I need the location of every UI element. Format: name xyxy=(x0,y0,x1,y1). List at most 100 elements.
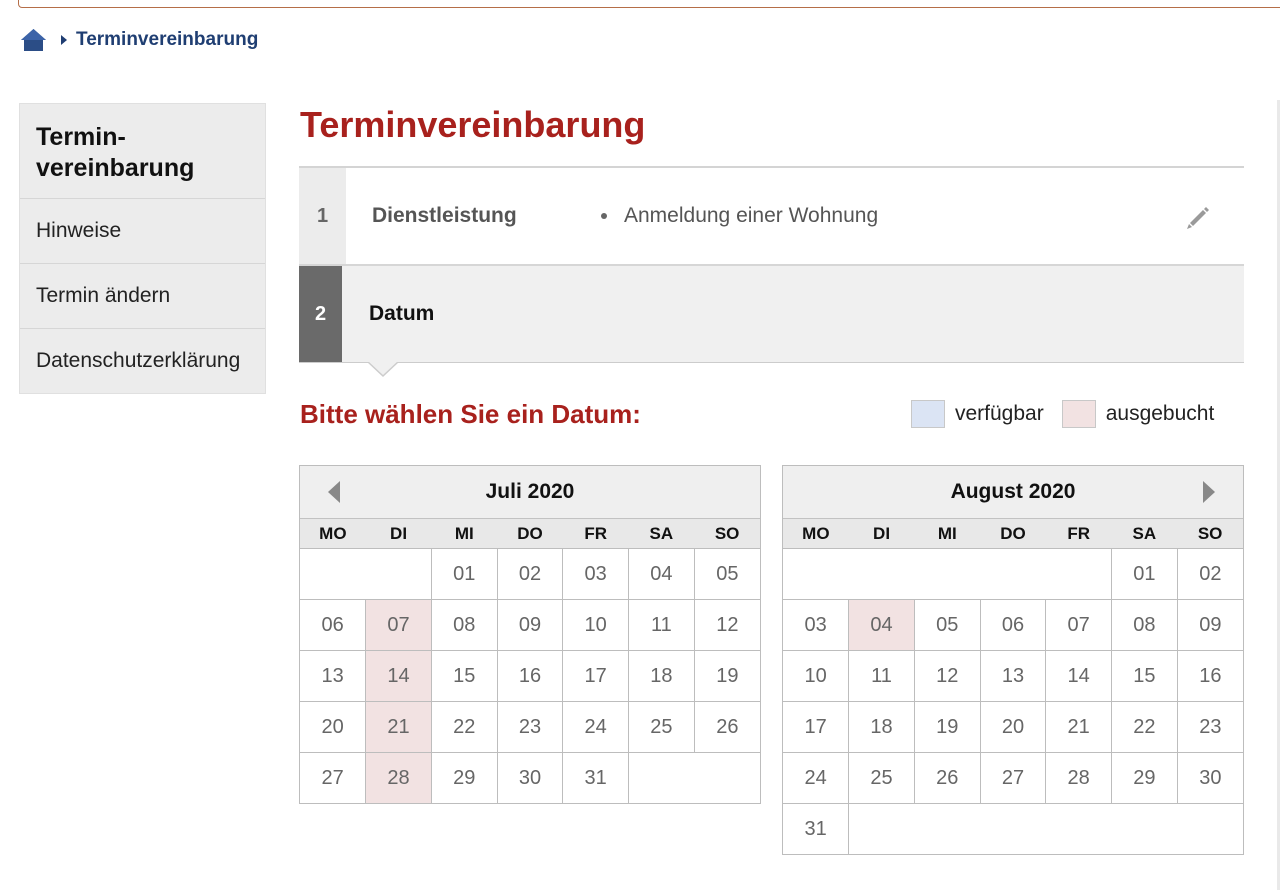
calendar-day: 08 xyxy=(1111,599,1178,651)
weekday-label: DO xyxy=(980,519,1046,549)
calendar-day: 13 xyxy=(300,650,367,702)
weekday-label: SA xyxy=(628,519,695,549)
calendar-day: 08 xyxy=(430,599,498,651)
calendar-day: 15 xyxy=(1111,650,1178,702)
calendar-day: 29 xyxy=(1111,752,1178,804)
weekday-row: MO DI MI DO FR SA SO xyxy=(300,519,760,549)
calendar-day: 26 xyxy=(913,752,981,804)
calendar-day: 27 xyxy=(300,752,367,803)
calendar-week-row: 01 02 xyxy=(783,548,1243,600)
calendar-day: 15 xyxy=(430,650,498,702)
weekday-label: MO xyxy=(300,519,366,549)
weekday-row: MO DI MI DO FR SA SO xyxy=(783,519,1243,549)
weekday-label: MO xyxy=(783,519,849,549)
calendar-day: 11 xyxy=(628,599,695,651)
calendar-day: 16 xyxy=(1176,650,1243,702)
calendar-day: 17 xyxy=(562,650,630,702)
calendar-day: 28 xyxy=(1045,752,1113,804)
calendar-day: 30 xyxy=(1176,752,1243,804)
calendar-empty-cell xyxy=(628,752,760,803)
sidebar-item-hinweise[interactable]: Hinweise xyxy=(20,199,265,264)
sidebar-title: Termin-vereinbarung xyxy=(20,104,265,199)
breadcrumb-separator-icon xyxy=(61,35,67,45)
pencil-icon[interactable] xyxy=(1184,204,1212,232)
prev-month-icon[interactable] xyxy=(328,481,340,503)
calendar-week-row: 27 28 29 30 31 xyxy=(300,752,760,803)
step-label: Dienstleistung xyxy=(372,204,517,227)
calendar-day: 10 xyxy=(783,650,850,702)
calendar-day: 28 xyxy=(365,752,432,803)
calendar-day: 07 xyxy=(365,599,432,651)
legend-available-label: verfügbar xyxy=(955,402,1044,425)
calendar-header: Juli 2020 xyxy=(300,466,760,519)
calendar-grid: MO DI MI DO FR SA SO 01 02 03 04 05 06 07 08 09 10 11 12 1… xyxy=(300,519,760,803)
page-title: Terminvereinbarung xyxy=(300,104,646,145)
next-month-icon[interactable] xyxy=(1203,481,1215,503)
calendar-month-title: Juli 2020 xyxy=(485,480,575,503)
home-icon[interactable] xyxy=(20,28,47,52)
calendar-header: August 2020 xyxy=(783,466,1243,519)
wizard-steps: 1 Dienstleistung Anmeldung einer Wohnung… xyxy=(299,166,1244,377)
calendar-week-row: 13 14 15 16 17 18 19 xyxy=(300,650,760,702)
calendar-day: 04 xyxy=(628,548,695,600)
weekday-label: MI xyxy=(431,519,498,549)
calendar-day: 25 xyxy=(628,701,695,753)
weekday-label: MI xyxy=(914,519,981,549)
calendar-day: 09 xyxy=(496,599,564,651)
calendar-week-row: 06 07 08 09 10 11 12 xyxy=(300,599,760,651)
legend-booked-swatch xyxy=(1061,400,1096,428)
calendar-day: 31 xyxy=(562,752,630,803)
date-prompt: Bitte wählen Sie ein Datum: xyxy=(300,399,641,429)
calendar-day: 01 xyxy=(1111,548,1178,600)
calendar-day: 30 xyxy=(496,752,564,803)
calendar-day: 22 xyxy=(430,701,498,753)
calendar-day: 21 xyxy=(365,701,432,753)
calendar-day: 20 xyxy=(979,701,1047,753)
calendar-day: 06 xyxy=(300,599,367,651)
sidebar-item-datenschutz[interactable]: Datenschutzerklärung xyxy=(20,329,265,393)
calendar-day: 12 xyxy=(913,650,981,702)
step-number: 2 xyxy=(299,266,342,362)
calendar-day: 18 xyxy=(848,701,915,753)
calendar-day: 04 xyxy=(848,599,915,651)
step-pointer-icon xyxy=(367,361,399,377)
sidebar-item-termin-aendern[interactable]: Termin ändern xyxy=(20,264,265,329)
calendar-week-row: 01 02 03 04 05 xyxy=(300,548,760,600)
calendar-day: 03 xyxy=(783,599,850,651)
calendar-day: 16 xyxy=(496,650,564,702)
legend-available-swatch xyxy=(911,400,945,428)
calendar-day: 01 xyxy=(430,548,498,600)
calendar-day: 12 xyxy=(693,599,760,651)
calendar-day: 05 xyxy=(913,599,981,651)
breadcrumb-current[interactable]: Terminvereinbarung xyxy=(76,29,258,51)
calendar-month-title: August 2020 xyxy=(950,480,1076,503)
calendar-day: 24 xyxy=(783,752,850,804)
bullet-icon xyxy=(601,213,607,219)
breadcrumb: Terminvereinbarung xyxy=(20,26,258,54)
calendar-day: 23 xyxy=(1176,701,1243,753)
calendar-week-row: 31 xyxy=(783,803,1243,854)
calendar-day: 27 xyxy=(979,752,1047,804)
calendar-week-row: 20 21 22 23 24 25 26 xyxy=(300,701,760,753)
calendar-day: 02 xyxy=(496,548,564,600)
calendar-day: 18 xyxy=(628,650,695,702)
step-service: 1 Dienstleistung Anmeldung einer Wohnung xyxy=(299,166,1244,266)
calendar-day: 11 xyxy=(848,650,915,702)
weekday-label: FR xyxy=(562,519,629,549)
calendar-day: 23 xyxy=(496,701,564,753)
calendar-day: 14 xyxy=(365,650,432,702)
calendar-day: 25 xyxy=(848,752,915,804)
weekday-label: SO xyxy=(1177,519,1243,549)
selected-service: Anmeldung einer Wohnung xyxy=(624,204,879,227)
calendar-day: 13 xyxy=(979,650,1047,702)
legend-booked-label: ausgebucht xyxy=(1105,402,1215,425)
sidebar: Termin-vereinbarung Hinweise Termin ände… xyxy=(19,103,266,394)
sidebar-title-line-1: Termin- xyxy=(36,123,126,151)
alert-box xyxy=(18,0,1280,8)
weekday-label: DO xyxy=(497,519,563,549)
step-summary: Anmeldung einer Wohnung xyxy=(601,204,878,228)
calendar-week-row: 10 11 12 13 14 15 16 xyxy=(783,650,1243,702)
calendar-day: 07 xyxy=(1045,599,1113,651)
step-date: 2 Datum xyxy=(299,266,1244,377)
weekday-label: DI xyxy=(848,519,915,549)
